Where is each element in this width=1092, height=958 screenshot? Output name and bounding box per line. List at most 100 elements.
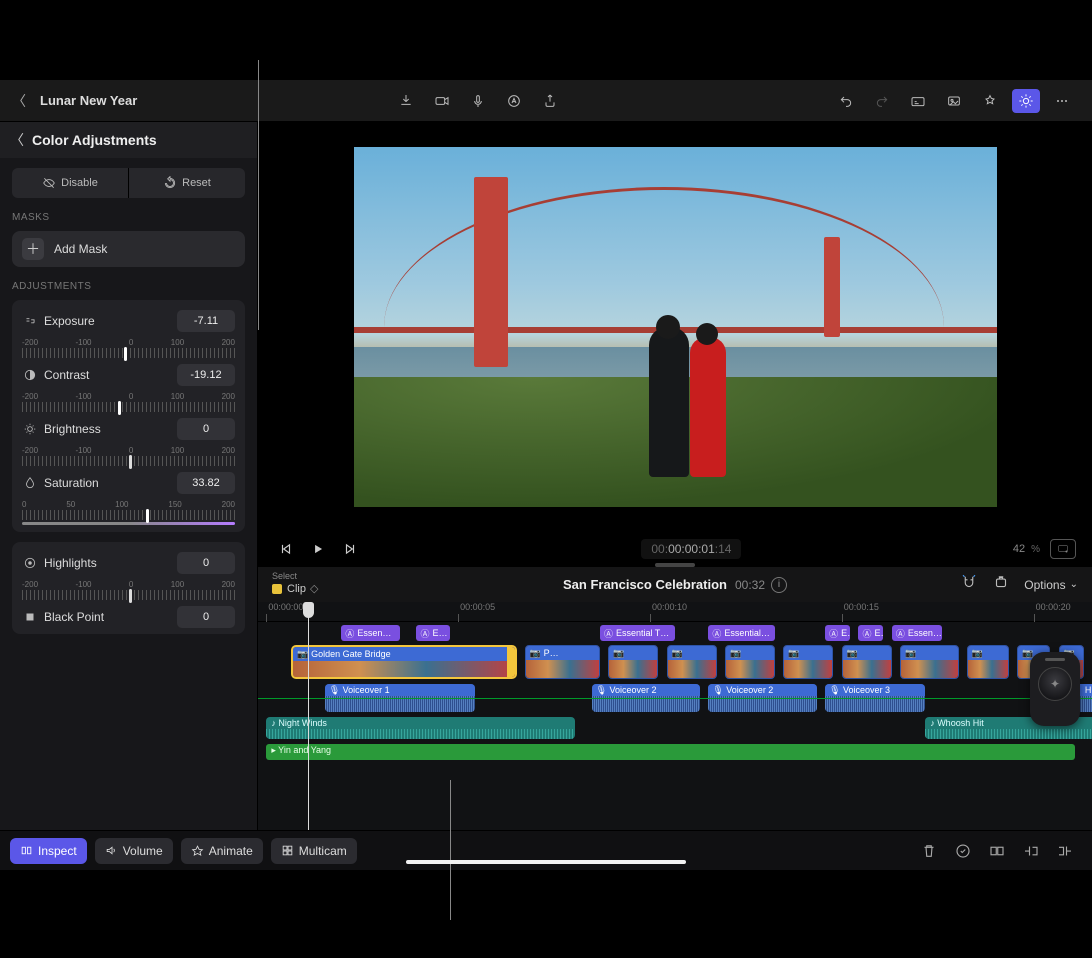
contrast-icon (22, 368, 38, 382)
snap-icon[interactable] (960, 573, 978, 596)
multicam-tab[interactable]: Multicam (271, 838, 357, 864)
title-clip[interactable]: ⒶEssential T… (600, 625, 675, 641)
video-clip[interactable]: 📷 (783, 645, 833, 679)
highlights-row: Highlights 0 (22, 552, 235, 574)
animate-tab[interactable]: Animate (181, 838, 263, 864)
contrast-value[interactable]: -19.12 (177, 364, 235, 386)
highlights-value[interactable]: 0 (177, 552, 235, 574)
redo-icon (868, 89, 896, 113)
undo-icon[interactable] (832, 89, 860, 113)
reset-button[interactable]: Reset (129, 168, 245, 198)
highlights-icon (22, 556, 38, 570)
plus-icon: ＋ (22, 238, 44, 260)
photo-icon[interactable] (940, 89, 968, 113)
title-clip[interactable]: ⒶEssen… (341, 625, 399, 641)
contrast-row: Contrast -19.12 (22, 364, 235, 386)
highlights-slider[interactable]: -200-1000100200 (22, 580, 235, 606)
zoom-value[interactable]: 42 (1013, 543, 1025, 555)
blackpoint-value[interactable]: 0 (177, 606, 235, 628)
camera-icon[interactable] (428, 89, 456, 113)
panel-back-button[interactable]: 〈 (10, 130, 24, 150)
video-clip[interactable]: 📷 (842, 645, 892, 679)
share-icon[interactable] (536, 89, 564, 113)
title-clip[interactable]: ⒶE… (858, 625, 883, 641)
trim-end-button[interactable] (1048, 838, 1082, 864)
video-clip[interactable]: 📷 (725, 645, 775, 679)
info-icon[interactable]: i (771, 577, 787, 593)
transport-bar: 00:00:00:01:14 42 % (258, 532, 1092, 566)
brightness-value[interactable]: 0 (177, 418, 235, 440)
fullscreen-button[interactable] (1050, 539, 1076, 559)
saturation-row: Saturation 33.82 (22, 472, 235, 494)
adjustments-card: Exposure -7.11 -200-1000100200 Contrast … (12, 300, 245, 532)
blackpoint-row: Black Point 0 (22, 606, 235, 628)
preview-frame[interactable] (353, 146, 998, 508)
split-button[interactable] (980, 838, 1014, 864)
callout-line (258, 60, 259, 330)
video-clip[interactable]: 📷 (900, 645, 958, 679)
video-track: 📷 Golden Gate Bridge📷 P…📷 📷 📷 📷 📷 📷 📷 📷 … (258, 645, 1092, 681)
contrast-slider[interactable]: -200-1000100200 (22, 392, 235, 418)
content-area: 00:00:00:01:14 42 % Select Clip◇ San Fra… (258, 122, 1092, 830)
callout-line (450, 780, 451, 920)
back-button[interactable]: 〈 (12, 91, 26, 111)
adjustments-section-label: ADJUSTMENTS (12, 281, 245, 292)
video-clip[interactable]: 📷 P… (525, 645, 600, 679)
timeline-project-name: San Francisco Celebration (563, 577, 727, 592)
brightness-icon (22, 422, 38, 436)
next-frame-button[interactable] (338, 537, 362, 561)
captions-icon[interactable] (904, 89, 932, 113)
add-mask-button[interactable]: ＋ Add Mask (12, 231, 245, 267)
title-clip[interactable]: ⒶEssen… (892, 625, 942, 641)
trim-start-button[interactable] (1014, 838, 1048, 864)
voiceover-icon[interactable] (464, 89, 492, 113)
video-clip[interactable]: 📷 (967, 645, 1009, 679)
jog-wheel[interactable] (1030, 652, 1080, 726)
playhead[interactable] (308, 602, 309, 830)
select-label: Select (272, 571, 297, 581)
video-clip[interactable]: 📷 (608, 645, 658, 679)
effects-icon[interactable] (976, 89, 1004, 113)
panel-header: 〈 Color Adjustments (0, 122, 257, 158)
options-button[interactable]: Options⌄ (1024, 578, 1078, 592)
background-clip[interactable]: ▸ Yin and Yang (266, 744, 1075, 760)
saturation-value[interactable]: 33.82 (177, 472, 235, 494)
blackpoint-icon (22, 610, 38, 624)
brightness-slider[interactable]: -200-1000100200 (22, 446, 235, 472)
clip-selector[interactable]: Clip◇ (272, 582, 318, 595)
panel-title: Color Adjustments (32, 132, 157, 148)
project-title: Lunar New Year (40, 93, 137, 108)
home-indicator[interactable] (406, 860, 686, 864)
approve-button[interactable] (946, 838, 980, 864)
import-icon[interactable] (392, 89, 420, 113)
title-clip[interactable]: ⒶE… (825, 625, 850, 641)
people-graphic (644, 317, 754, 487)
saturation-slider[interactable]: 050100150200 (22, 500, 235, 526)
color-adjust-icon[interactable] (1012, 89, 1040, 113)
exposure-slider[interactable]: -200-1000100200 (22, 338, 235, 364)
play-button[interactable] (306, 537, 330, 561)
timeline-ruler[interactable]: 00:00:0000:00:0500:00:1000:00:1500:00:20 (258, 602, 1092, 622)
inspect-tab[interactable]: Inspect (10, 838, 87, 864)
app-window: 〈 Lunar New Year 〈 Color Adjustments (0, 80, 1092, 870)
panel-resize-handle[interactable] (655, 563, 695, 567)
exposure-value[interactable]: -7.11 (177, 310, 235, 332)
music-clip[interactable]: ♪ Night Winds (266, 717, 575, 739)
prev-frame-button[interactable] (274, 537, 298, 561)
delete-button[interactable] (912, 838, 946, 864)
music-track: ♪ Night Winds♪ Whoosh Hit (258, 717, 1092, 741)
exposure-row: Exposure -7.11 (22, 310, 235, 332)
video-clip[interactable]: 📷 Golden Gate Bridge (291, 645, 516, 679)
titles-icon[interactable] (500, 89, 528, 113)
video-clip[interactable]: 📷 (667, 645, 717, 679)
timeline-duration: 00:32 (735, 578, 765, 592)
timecode-display[interactable]: 00:00:00:01:14 (641, 539, 741, 559)
volume-tab[interactable]: Volume (95, 838, 173, 864)
more-icon[interactable] (1048, 89, 1076, 113)
tools-icon[interactable] (992, 573, 1010, 596)
title-clip[interactable]: ⒶE… (416, 625, 449, 641)
disable-button[interactable]: Disable (12, 168, 129, 198)
title-clip[interactable]: ⒶEssential… (708, 625, 775, 641)
voiceover-track: 🎙 Voiceover 1🎙 Voiceover 2🎙 Voiceover 2🎙… (258, 684, 1092, 714)
timeline[interactable]: 00:00:0000:00:0500:00:1000:00:1500:00:20… (258, 602, 1092, 830)
